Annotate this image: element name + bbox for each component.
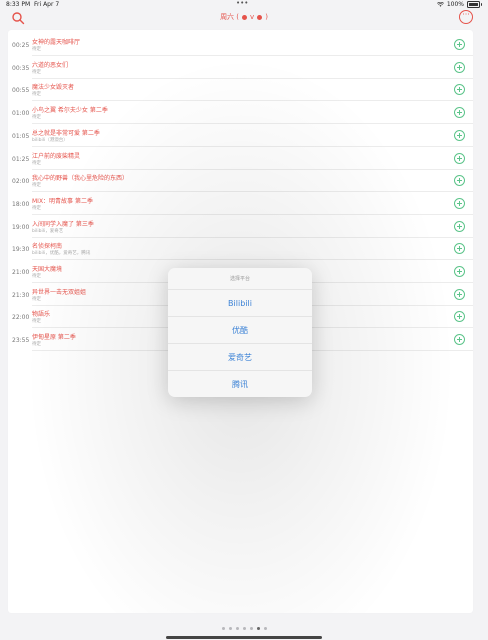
popover-title: 选择平台 (229, 276, 250, 282)
anime-title[interactable]: 物語乐 (32, 309, 50, 318)
platform-text: 待定 (32, 69, 41, 75)
anime-title[interactable]: 小鸟之翼 希尔夫少女 第二季 (32, 105, 108, 114)
schedule-row[interactable]: 01:00 小鸟之翼 希尔夫少女 第二季 待定 (8, 102, 473, 125)
air-time: 01:00 (12, 110, 30, 118)
page-dot (228, 627, 232, 630)
page-dot (235, 627, 239, 630)
platform-popover: 选择平台 Bilibili 优酷 爱奇艺 腾讯 (168, 268, 312, 397)
anime-title[interactable]: 总之就是非常可爱 第二季 (32, 128, 100, 137)
add-icon[interactable] (454, 84, 465, 96)
schedule-row[interactable]: 01:25 江户前的废柴精灵 待定 (8, 148, 473, 170)
status-time: 8:33 PM Fri Apr 7 (6, 1, 60, 8)
platform-text: 待定 (32, 296, 41, 302)
schedule-row[interactable]: 02:00 我心中的野兽（我心里危险的东西） 待定 (8, 170, 473, 193)
platform-option-tencent[interactable]: 腾讯 (168, 370, 312, 397)
anime-title[interactable]: 入间同学入魔了 第三季 (32, 219, 94, 228)
anime-title[interactable]: 天国大魔境 (32, 264, 62, 273)
platform-text: 待定 (32, 274, 41, 279)
platform-option-iqiyi[interactable]: 爱奇艺 (168, 343, 312, 371)
platform-text: 待定 (32, 160, 41, 166)
app-screen: 8:33 PM Fri Apr 7 ••• 100% 周六 ( v ) ··· … (0, 0, 488, 640)
platform-text: 待定 (32, 92, 41, 98)
chevron-down-icon: v (250, 13, 255, 21)
page-dot (263, 627, 267, 630)
home-indicator[interactable] (166, 636, 322, 639)
schedule-row[interactable]: 19:30 名侦探柯南 bilibili，优酷，爱奇艺，腾讯 (8, 238, 473, 261)
add-icon[interactable] (454, 107, 465, 119)
platform-text: 待定 (32, 342, 41, 348)
nav-bar: 周六 ( v ) ··· (0, 9, 488, 29)
air-time: 21:30 (12, 291, 30, 299)
weekday-selector[interactable]: 周六 ( v ) (0, 12, 488, 22)
page-dot (256, 627, 260, 630)
air-time: 00:35 (12, 64, 30, 72)
status-dot-icon (257, 14, 263, 20)
add-icon[interactable] (454, 288, 465, 300)
platform-option-bilibili[interactable]: Bilibili (168, 289, 312, 317)
wifi-icon (436, 2, 444, 7)
status-right: 100% (436, 1, 482, 8)
add-icon[interactable] (454, 39, 465, 50)
air-time: 19:00 (12, 223, 30, 231)
platform-text: 待定 (32, 183, 41, 189)
anime-title[interactable]: MIX：明青故事 第二季 (32, 196, 93, 205)
add-icon[interactable] (454, 197, 465, 209)
add-icon[interactable] (454, 175, 465, 187)
schedule-row[interactable]: 00:25 女神的露天咖啡厅 待定 (8, 34, 473, 56)
anime-title[interactable]: 我心中的野兽（我心里危险的东西） (32, 173, 128, 182)
schedule-row[interactable]: 18:00 MIX：明青故事 第二季 待定 (8, 193, 473, 215)
add-icon[interactable] (454, 152, 465, 164)
page-dot (242, 627, 246, 630)
weekday-label-close: ) (265, 13, 268, 21)
platform-text: 待定 (32, 205, 41, 211)
page-dot (221, 627, 225, 630)
schedule-row[interactable]: 00:55 魔法少女毁灭者 待定 (8, 79, 473, 102)
status-bar: 8:33 PM Fri Apr 7 ••• 100% (0, 0, 488, 9)
platform-text: bilibili，优酷，爱奇艺，腾讯 (32, 251, 91, 257)
more-icon[interactable]: ··· (459, 10, 473, 24)
air-time: 00:25 (12, 42, 30, 49)
multitasking-dots[interactable]: ••• (236, 0, 248, 7)
add-icon[interactable] (454, 220, 465, 232)
air-time: 18:00 (12, 200, 30, 208)
add-icon[interactable] (454, 243, 465, 255)
air-time: 22:00 (12, 314, 30, 322)
air-time: 02:00 (12, 178, 30, 186)
schedule-row[interactable]: 01:05 总之就是非常可爱 第二季 bilibili（港澳台） (8, 125, 473, 147)
anime-title[interactable]: 异世界一击无双姐姐 (32, 287, 86, 296)
air-time: 19:30 (12, 246, 30, 254)
page-indicator[interactable] (0, 627, 488, 630)
schedule-row[interactable]: 19:00 入间同学入魔了 第三季 bilibili，爱奇艺 (8, 216, 473, 238)
anime-title[interactable]: 江户前的废柴精灵 (32, 151, 80, 160)
platform-text: 待定 (32, 47, 41, 52)
battery-icon (467, 1, 482, 8)
add-icon[interactable] (454, 311, 465, 323)
schedule-row[interactable]: 00:35 六道的恶女们 待定 (8, 57, 473, 79)
air-time: 21:00 (12, 269, 30, 276)
anime-title[interactable]: 名侦探柯南 (32, 241, 62, 250)
platform-text: 待定 (32, 115, 41, 121)
platform-text: 待定 (32, 319, 41, 325)
weekday-label: 周六 ( (220, 13, 240, 21)
status-dot-icon (242, 14, 248, 20)
add-icon[interactable] (454, 334, 465, 346)
platform-option-youku[interactable]: 优酷 (168, 316, 312, 344)
anime-title[interactable]: 魔法少女毁灭者 (32, 82, 74, 91)
page-dot (249, 627, 253, 630)
anime-title[interactable]: 女神的露天咖啡厅 (32, 37, 80, 46)
add-icon[interactable] (454, 266, 465, 277)
platform-text: bilibili，爱奇艺 (32, 228, 64, 234)
air-time: 23:55 (12, 337, 30, 345)
anime-title[interactable]: 伊甸星原 第二季 (32, 332, 76, 341)
anime-title[interactable]: 六道的恶女们 (32, 60, 68, 69)
platform-text: bilibili（港澳台） (32, 137, 68, 143)
air-time: 00:55 (12, 87, 30, 95)
air-time: 01:05 (12, 132, 30, 140)
battery-percent: 100% (446, 1, 464, 8)
add-icon[interactable] (454, 129, 465, 141)
air-time: 01:25 (12, 155, 30, 163)
add-icon[interactable] (454, 61, 465, 73)
